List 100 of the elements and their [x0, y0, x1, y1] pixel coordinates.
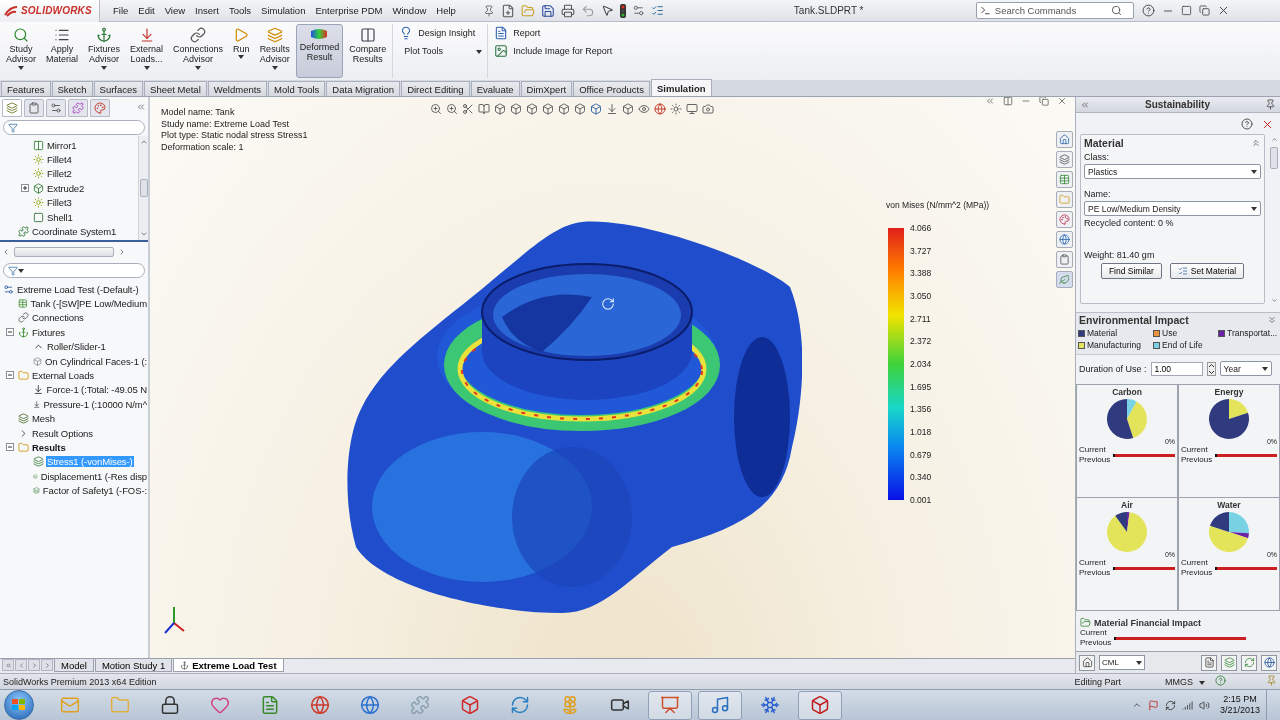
scale-value: 3.050	[910, 291, 932, 300]
tree-item[interactable]: Coordinate System1	[31, 226, 118, 238]
menu-item[interactable]: Simulation	[256, 5, 311, 16]
search-box[interactable]: Search Commands	[975, 2, 1134, 19]
ribbon-button[interactable]: Design Insight	[399, 26, 482, 40]
ribbon-tab[interactable]: Weldments	[207, 81, 268, 96]
clock-date: 3/21/2013	[1219, 705, 1260, 716]
menu-item[interactable]: File	[108, 5, 134, 16]
legend-title: von Mises (N/mm^2 (MPa))	[886, 200, 990, 210]
scale-value: 2.034	[910, 359, 932, 368]
current-label: Current	[1079, 558, 1107, 568]
legend-item: Transportat...	[1218, 328, 1278, 338]
ribbon-button[interactable]: Fixtures Advisor	[84, 24, 125, 78]
tree-item[interactable]: Mesh	[31, 413, 56, 425]
card-title: Air	[1121, 500, 1133, 510]
current-label: Current	[1080, 628, 1108, 638]
field-label: Name:	[1084, 189, 1112, 199]
unit-dropdown[interactable]: Year	[1219, 361, 1272, 376]
menu-item[interactable]: Tools	[223, 5, 257, 16]
menu-item[interactable]: Edit	[133, 5, 160, 16]
ribbon-tab[interactable]: DimXpert	[520, 81, 573, 96]
action-button[interactable]: Set Material	[1169, 263, 1245, 279]
plot-info-text: Plot type: Static nodal stress Stress1	[161, 130, 308, 142]
ribbon-button[interactable]: Connections Advisor	[169, 24, 228, 78]
search-input[interactable]: Search Commands	[994, 5, 1107, 16]
ribbon-button[interactable]: Deformed Result	[295, 24, 344, 78]
ribbon-tab[interactable]: Data Migration	[326, 81, 401, 96]
ribbon-button[interactable]: Study Advisor	[2, 24, 40, 78]
tree-item[interactable]: Results	[31, 442, 67, 453]
ribbon-tab[interactable]: Simulation	[651, 79, 712, 96]
clock[interactable]: 2:15 PM 3/21/2013	[1219, 694, 1260, 716]
ribbon-button[interactable]: Plot Tools	[399, 44, 482, 58]
app-logo: SOLIDWORKS	[21, 5, 92, 16]
action-button[interactable]: Find Similar	[1100, 263, 1162, 279]
ribbon-tab[interactable]: Mold Tools	[268, 81, 326, 96]
menu-item[interactable]: Help	[431, 5, 461, 16]
tree-item[interactable]: Fillet2	[46, 168, 73, 180]
scale-value: 0.679	[910, 450, 932, 459]
ribbon-button[interactable]: Apply Material	[42, 24, 82, 78]
section-title: Environmental Impact	[1079, 313, 1189, 326]
tree-item[interactable]: Force-1 (:Total: -49.05 N	[45, 384, 148, 396]
material-dropdown[interactable]: PE Low/Medium Density	[1084, 201, 1261, 216]
ribbon-tab[interactable]: Sheet Metal	[144, 81, 207, 96]
menu-item[interactable]: View	[159, 5, 191, 16]
tree-item[interactable]: Shell1	[46, 211, 74, 223]
tree-item[interactable]: On Cylindrical Faces-1 (:	[43, 355, 148, 367]
scale-value: 0.001	[910, 495, 932, 504]
study-tab[interactable]: Model	[54, 659, 94, 672]
pane-title: Sustainability	[1144, 99, 1211, 110]
tree-item[interactable]: Displacement1 (-Res disp	[39, 470, 148, 482]
ribbon-tab[interactable]: Features	[1, 81, 51, 96]
tree-item[interactable]: Mirror1	[46, 139, 78, 151]
ribbon-tab[interactable]: Office Products	[573, 81, 650, 96]
tree-item[interactable]: Result Options	[31, 427, 94, 439]
scale-value: 2.372	[910, 337, 932, 346]
menu-item[interactable]: Enterprise PDM	[310, 5, 388, 16]
ribbon-tab[interactable]: Sketch	[51, 81, 93, 96]
tree-item[interactable]: Roller/Slider-1	[46, 341, 107, 353]
tree-item[interactable]: Pressure-1 (:10000 N/m^	[42, 398, 148, 410]
duration-field[interactable]: 1.00	[1150, 361, 1203, 376]
previous-label: Previous	[1181, 455, 1213, 465]
ribbon-tab[interactable]: Direct Editing	[401, 81, 470, 96]
field-label: Class:	[1084, 152, 1110, 162]
tree-item[interactable]: Fixtures	[31, 326, 66, 338]
tree-item[interactable]: Extrude2	[46, 182, 86, 194]
ribbon-button[interactable]: External Loads...	[126, 24, 168, 78]
tree-item[interactable]: External Loads	[31, 370, 95, 382]
ribbon-button[interactable]: Compare Results	[345, 24, 391, 78]
scale-value: 2.711	[910, 314, 932, 323]
class-dropdown[interactable]: Plastics	[1084, 164, 1261, 179]
ribbon-button[interactable]: Include Image for Report	[494, 44, 652, 58]
tree-item[interactable]: Fillet4	[46, 154, 73, 166]
ribbon-button[interactable]: Report	[494, 26, 652, 40]
study-tab[interactable]: Motion Study 1	[94, 659, 173, 672]
section-title: Material	[1084, 136, 1124, 149]
card-title: Carbon	[1112, 387, 1142, 397]
previous-label: Previous	[1079, 455, 1111, 465]
menu-item[interactable]: Insert	[190, 5, 224, 16]
ribbon-tab[interactable]: Surfaces	[93, 81, 144, 96]
scale-value: 1.018	[910, 427, 932, 436]
plot-info-text: Study name: Extreme Load Test	[161, 118, 290, 130]
legend-item: Manufacturing	[1078, 340, 1148, 350]
units-selector[interactable]: MMGS	[1165, 676, 1193, 687]
tree-item[interactable]: Fillet3	[46, 197, 73, 209]
tree-item[interactable]: Extreme Load Test (-Default-)	[16, 283, 140, 295]
method-dropdown[interactable]: CML	[1099, 655, 1145, 670]
scale-value: 4.066	[910, 224, 932, 232]
tree-item[interactable]: Factor of Safety1 (-FOS-:	[41, 485, 148, 497]
ribbon-button[interactable]: Results Advisor	[255, 24, 294, 78]
window-title: Tank.SLDPRT *	[793, 5, 865, 16]
scale-value: 3.727	[910, 246, 932, 255]
ribbon-button[interactable]: Run	[229, 24, 254, 78]
scale-value: 0.340	[910, 473, 932, 482]
tree-item[interactable]: Connections	[31, 312, 85, 324]
study-tab[interactable]: Extreme Load Test	[173, 659, 284, 672]
weight-text: Weight: 81.40 gm	[1084, 250, 1156, 260]
menu-item[interactable]: Window	[387, 5, 432, 16]
ribbon-tab[interactable]: Evaluate	[470, 81, 520, 96]
edition-text: SolidWorks Premium 2013 x64 Edition	[3, 676, 157, 687]
tree-item[interactable]: Tank (-[SW]PE Low/Medium	[29, 298, 148, 310]
